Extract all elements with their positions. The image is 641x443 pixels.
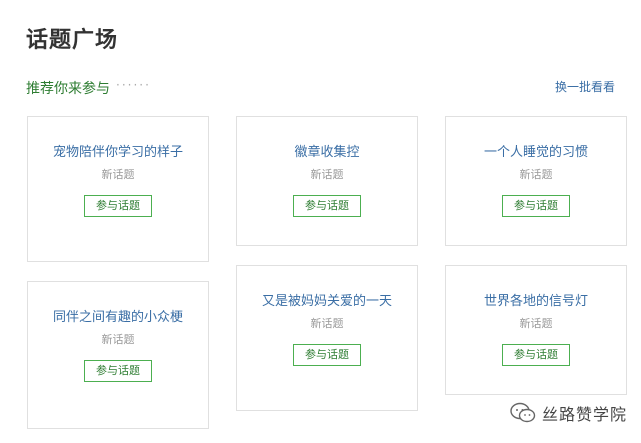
topic-card[interactable]: 同伴之间有趣的小众梗 新话题 参与话题: [27, 281, 209, 429]
topic-title[interactable]: 徽章收集控: [262, 144, 392, 162]
topic-card[interactable]: 世界各地的信号灯 新话题 参与话题: [445, 265, 627, 395]
join-topic-button[interactable]: 参与话题: [84, 195, 152, 217]
topic-tag: 新话题: [101, 333, 135, 346]
watermark: 丝路赞学院: [510, 401, 627, 425]
topic-card[interactable]: 一个人睡觉的习惯 新话题 参与话题: [445, 116, 627, 246]
join-topic-button[interactable]: 参与话题: [293, 195, 361, 217]
topic-title[interactable]: 同伴之间有趣的小众梗: [53, 309, 183, 327]
topic-title[interactable]: 又是被妈妈关爱的一天: [262, 293, 392, 311]
recommend-label: 推荐你来参与: [26, 81, 110, 97]
join-topic-button[interactable]: 参与话题: [293, 344, 361, 366]
topic-title[interactable]: 世界各地的信号灯: [471, 293, 601, 311]
topic-card[interactable]: 徽章收集控 新话题 参与话题: [236, 116, 418, 246]
topic-card[interactable]: 宠物陪伴你学习的样子 新话题 参与话题: [27, 116, 209, 262]
topic-card[interactable]: 又是被妈妈关爱的一天 新话题 参与话题: [236, 265, 418, 411]
topic-tag: 新话题: [101, 168, 135, 181]
topic-tag: 新话题: [310, 317, 344, 330]
topic-tag: 新话题: [519, 317, 553, 330]
page-title: 话题广场: [26, 28, 119, 53]
watermark-text: 丝路赞学院: [541, 405, 627, 424]
topic-title[interactable]: 一个人睡觉的习惯: [471, 144, 601, 162]
join-topic-button[interactable]: 参与话题: [502, 344, 570, 366]
recommend-dots: ······: [116, 78, 151, 92]
topic-tag: 新话题: [519, 168, 553, 181]
topic-title[interactable]: 宠物陪伴你学习的样子: [53, 144, 183, 162]
join-topic-button[interactable]: 参与话题: [84, 360, 152, 382]
join-topic-button[interactable]: 参与话题: [502, 195, 570, 217]
wechat-icon: [510, 402, 536, 423]
refresh-link[interactable]: 换一批看看: [555, 78, 615, 95]
topic-tag: 新话题: [310, 168, 344, 181]
